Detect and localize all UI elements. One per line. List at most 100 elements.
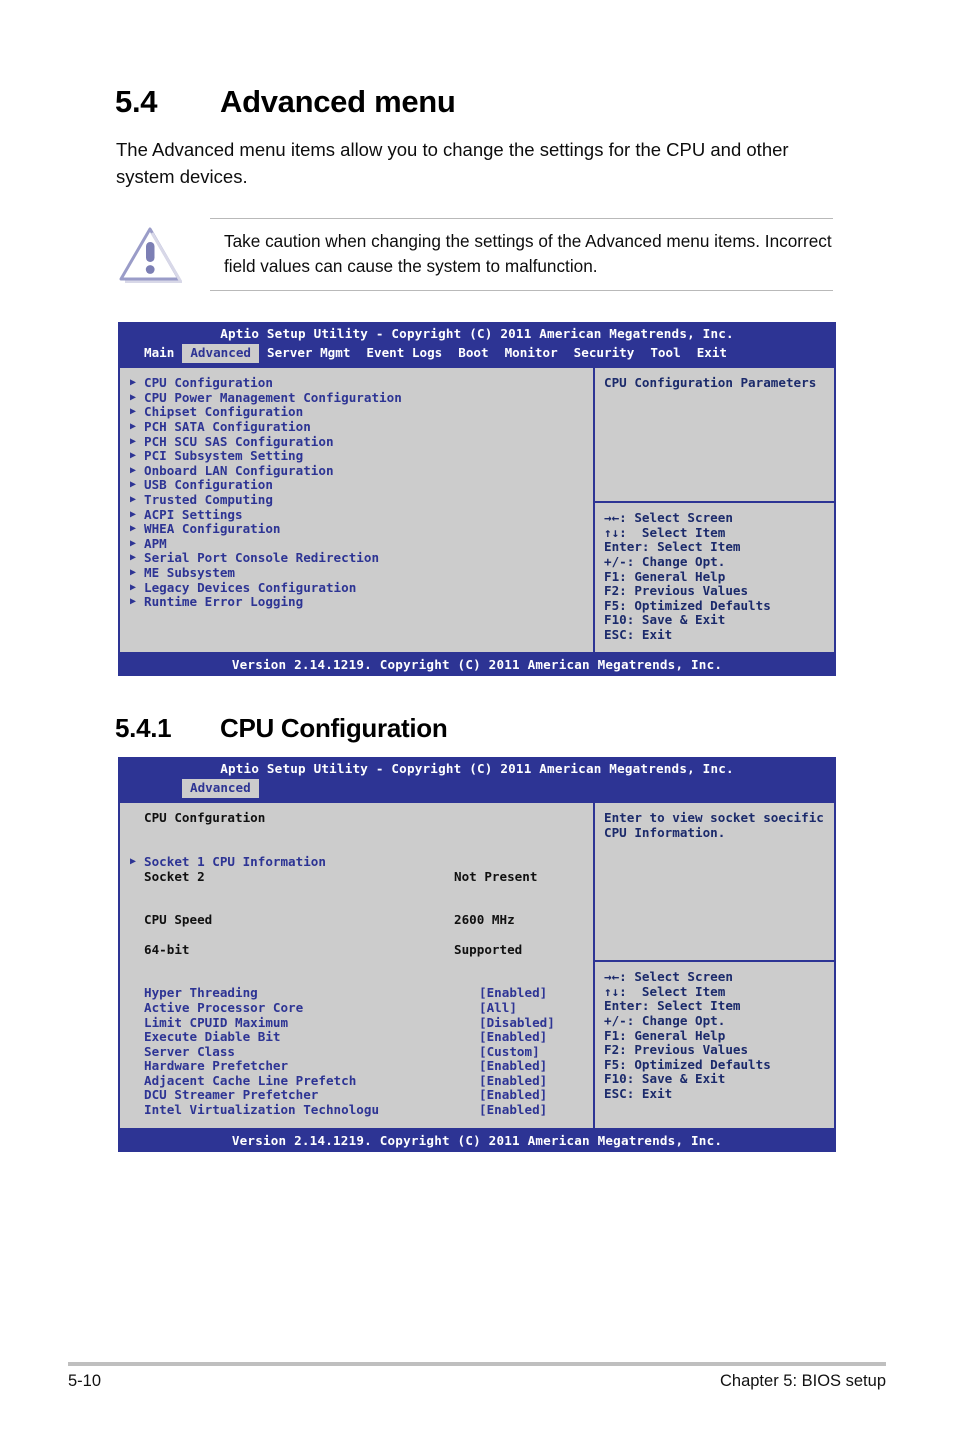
submenu-arrow-icon: ▶ (130, 420, 137, 432)
bios-tab-bar[interactable]: Advanced (118, 778, 836, 802)
submenu-arrow-icon: ▶ (130, 855, 137, 867)
bios-setting-row[interactable]: Limit CPUID Maximum [Disabled] (120, 1014, 593, 1031)
bios-setting-value: 2600 MHz (454, 912, 515, 928)
bios-info-row[interactable]: 64-bit Supported (120, 942, 593, 958)
bios-tab-boot[interactable]: Boot (450, 344, 496, 364)
bios-tab-security[interactable]: Security (566, 344, 643, 364)
bios-tab-monitor[interactable]: Monitor (497, 344, 566, 364)
bios-setting-value: [Enabled] (479, 1102, 548, 1118)
bios-help-text: Enter to view socket soecific CPU Informa… (595, 803, 834, 960)
submenu-arrow-icon: ▶ (130, 537, 137, 549)
bios-info-row[interactable]: CPU Speed 2600 MHz (120, 913, 593, 928)
bios-menu-item[interactable]: ▶ Onboard LAN Configuration (120, 462, 593, 479)
bios-menu-item[interactable]: ▶ Legacy Devices Configuration (120, 580, 593, 596)
bios-screen-advanced[interactable]: Aptio Setup Utility - Copyright (C) 2011… (118, 322, 836, 677)
bios-setting-label: Active Processor Core (144, 999, 304, 1015)
bios-screen-cpu-configuration[interactable]: Aptio Setup Utility - Copyright (C) 2011… (118, 757, 836, 1153)
bios-setting-row[interactable]: Intel Virtualization Technologu [Enabled] (120, 1102, 593, 1118)
bios-setting-row[interactable]: Hardware Prefetcher [Enabled] (120, 1059, 593, 1074)
bios-tab-tool[interactable]: Tool (642, 344, 688, 364)
bios-setting-label: Intel Virtualization Technologu (144, 1102, 380, 1118)
bios-menu-item[interactable]: ▶ WHEA Configuration (120, 522, 593, 537)
bios-menu-item-label: Trusted Computing (144, 491, 273, 507)
bios-menu-item-label: CPU Configuration (144, 375, 273, 391)
caution-note-text: Take caution when changing the settings … (224, 231, 832, 276)
bios-menu-item[interactable]: ▶ ME Subsystem (120, 565, 593, 581)
bios-setting-row[interactable]: Execute Diable Bit [Enabled] (120, 1029, 593, 1045)
bios-setting-value: Not Present (454, 868, 538, 884)
bios-menu-list[interactable]: ▶ CPU Configuration ▶ CPU Power Management … (120, 368, 593, 651)
tab-bar-spacer (118, 344, 136, 364)
bios-titlebar: Aptio Setup Utility - Copyright (C) 2011… (118, 322, 836, 344)
bios-setting-row[interactable]: Adjacent Cache Line Prefetch [Enabled] (120, 1073, 593, 1089)
row-indent (130, 1103, 144, 1118)
bios-menu-item-label: USB Configuration (144, 477, 273, 493)
bios-menu-item-label: Runtime Error Logging (144, 594, 304, 610)
submenu-arrow-icon: ▶ (130, 508, 137, 520)
bios-menu-item[interactable]: ▶ Chipset Configuration (120, 405, 593, 420)
chapter-label: Chapter 5: BIOS setup (719, 1372, 886, 1390)
bios-menu-item-label: Onboard LAN Configuration (144, 462, 334, 478)
bios-menu-item[interactable]: ▶ CPU Configuration (120, 376, 593, 391)
bios-setting-label: Execute Diable Bit (144, 1029, 281, 1045)
bios-key-help-line: ↑↓: Select Item (604, 524, 726, 540)
bios-help-panel: Enter to view socket soecific CPU Informa… (593, 803, 834, 1128)
bios-menu-item[interactable]: ▶ Runtime Error Logging (120, 594, 593, 610)
row-indent (130, 1030, 144, 1045)
bios-tab-exit[interactable]: Exit (689, 344, 735, 364)
bios-menu-item[interactable]: ▶ PCH SCU SAS Configuration (120, 434, 593, 450)
bios-body: CPU Confguration ▶ Socket 1 CPU Informatio… (118, 801, 836, 1130)
bios-setting-label: DCU Streamer Prefetcher (144, 1087, 319, 1103)
bios-menu-item[interactable]: ▶ ACPI Settings (120, 507, 593, 523)
bios-key-help-line: F2: Previous Values (604, 583, 749, 599)
bios-setting-value: [Disabled] (479, 1014, 555, 1030)
bios-page-title-row[interactable]: CPU Confguration (120, 811, 593, 826)
bios-version-footer: Version 2.14.1219. Copyright (C) 2011 Am… (118, 653, 836, 677)
bios-menu-item[interactable]: ▶ USB Configuration (120, 478, 593, 493)
bios-tab-bar[interactable]: Main Advanced Server Mgmt Event Logs Boot Mon… (118, 343, 836, 367)
warning-triangle-icon (118, 225, 183, 284)
bios-settings-list[interactable]: CPU Confguration ▶ Socket 1 CPU Informatio… (120, 803, 593, 1127)
bios-setting-row[interactable]: DCU Streamer Prefetcher [Enabled] (120, 1088, 593, 1103)
bios-version-footer: Version 2.14.1219. Copyright (C) 2011 Am… (118, 1129, 836, 1153)
bios-setting-row[interactable]: Server Class [Custom] (120, 1044, 593, 1060)
bios-tab-advanced[interactable]: Advanced (182, 778, 259, 799)
row-indent (130, 1016, 144, 1031)
bios-key-help-line: F1: General Help (604, 568, 726, 584)
row-indent (130, 1059, 144, 1074)
section-title: Advanced menu (220, 84, 456, 119)
bios-menu-item-label: APM (144, 535, 167, 551)
bios-key-help-line: F2: Previous Values (604, 1042, 749, 1058)
bios-menu-item[interactable]: ▶ Trusted Computing (120, 491, 593, 508)
bios-menu-item[interactable]: ▶ PCI Subsystem Setting (120, 449, 593, 464)
bios-tab-event-logs[interactable]: Event Logs (358, 344, 450, 364)
bios-menu-item-label: CPU Power Management Configuration (144, 389, 402, 405)
bios-menu-item-label: Chipset Configuration (144, 404, 304, 420)
bios-submenu-row[interactable]: ▶ Socket 1 CPU Information (120, 854, 593, 870)
bios-menu-item[interactable]: ▶ CPU Power Management Configuration (120, 389, 593, 406)
row-indent (130, 913, 144, 928)
row-indent (130, 1045, 144, 1060)
bios-key-help-line: →←: Select Screen (604, 969, 733, 985)
bios-menu-item-label: PCH SATA Configuration (144, 418, 311, 434)
page-number: 5-10 (68, 1372, 102, 1390)
row-indent (130, 1001, 144, 1016)
bios-setting-row[interactable]: Active Processor Core [All] (120, 999, 593, 1016)
bios-setting-row[interactable]: Hyper Threading [Enabled] (120, 986, 593, 1001)
bios-menu-item[interactable]: ▶ PCH SATA Configuration (120, 418, 593, 435)
row-indent (130, 1074, 144, 1089)
bios-menu-item[interactable]: ▶ APM (120, 535, 593, 552)
bios-info-row[interactable]: Socket 2 Not Present (120, 868, 593, 885)
bios-setting-label: CPU Speed (144, 912, 213, 928)
footer-divider (68, 1362, 886, 1366)
row-indent (130, 811, 144, 826)
bios-key-help-line: F5: Optimized Defaults (604, 1056, 771, 1072)
bios-menu-item[interactable]: ▶ Serial Port Console Redirection (120, 551, 593, 566)
bios-key-help-line: ESC: Exit (604, 1085, 673, 1101)
bios-tab-advanced[interactable]: Advanced (182, 343, 260, 364)
bios-tab-server-mgmt[interactable]: Server Mgmt (259, 344, 358, 364)
bios-tab-main[interactable]: Main (136, 344, 182, 364)
